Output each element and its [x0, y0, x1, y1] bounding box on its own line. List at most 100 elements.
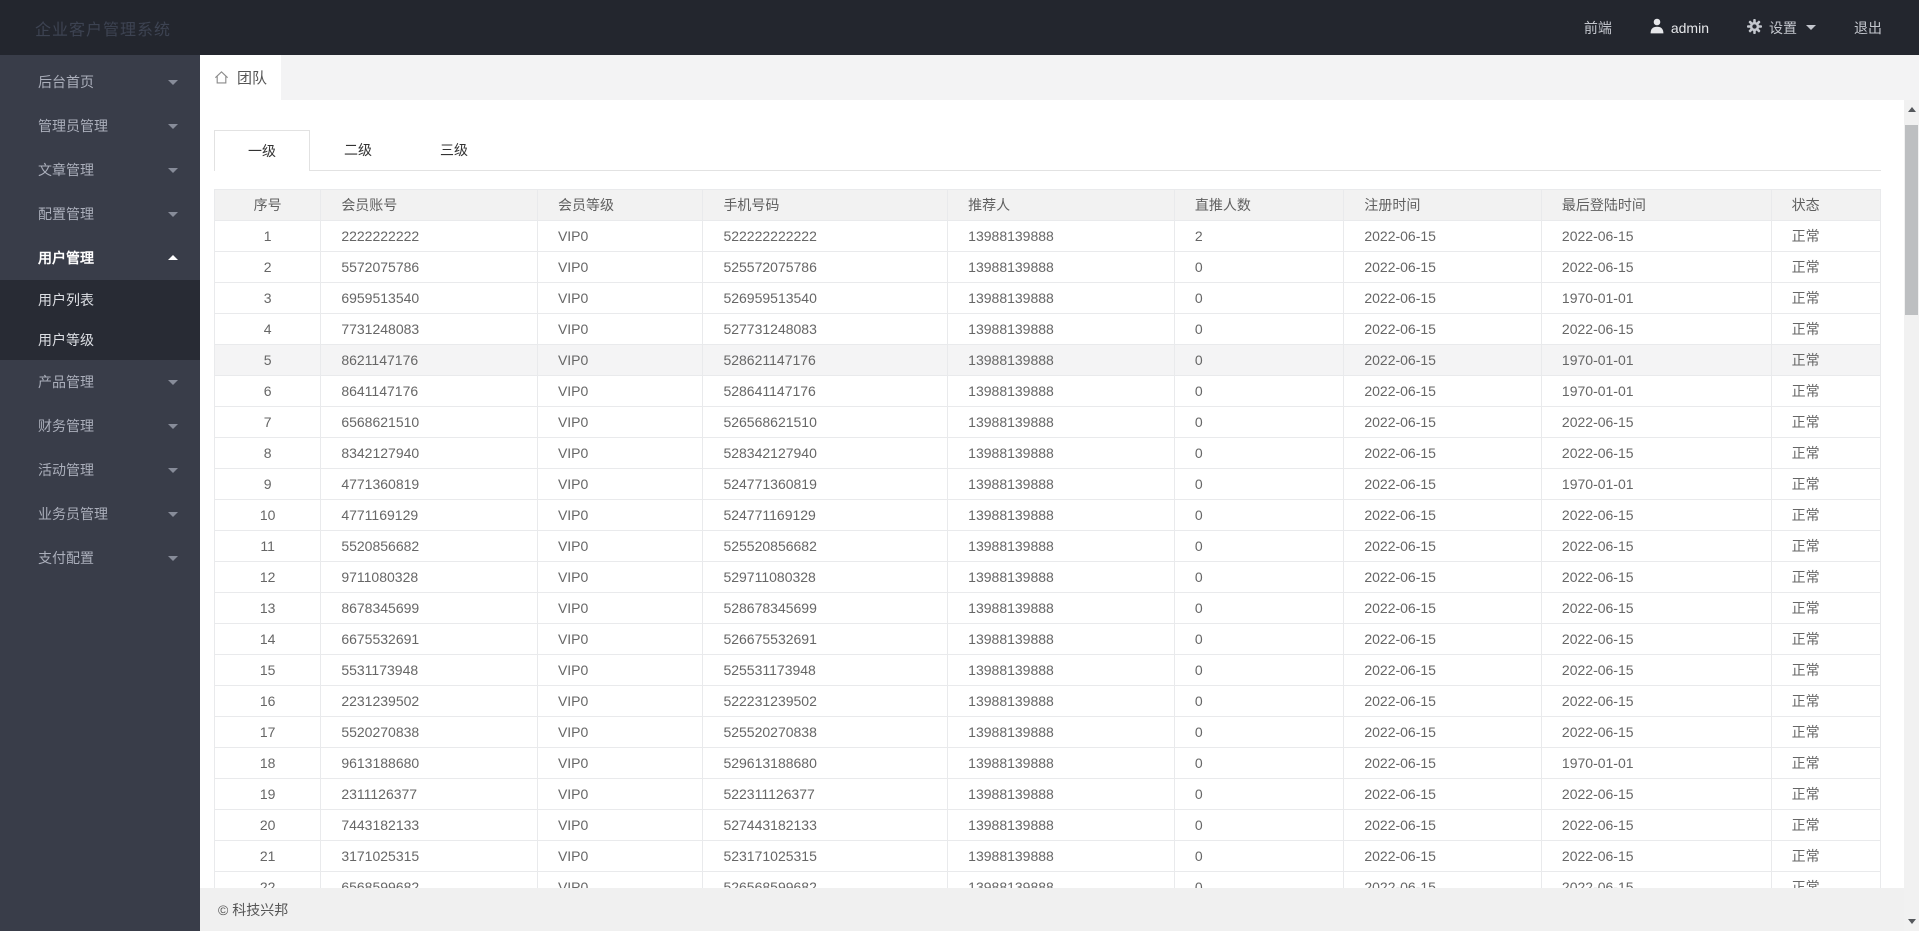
scrollbar-thumb[interactable] [1905, 125, 1918, 315]
table-cell: 2022-06-15 [1343, 778, 1542, 810]
table-cell: 2022-06-15 [1540, 716, 1772, 748]
column-header: 会员等级 [536, 189, 704, 221]
table-cell: 2022-06-15 [1540, 251, 1772, 283]
table-cell: 8342127940 [320, 437, 538, 469]
frontend-link[interactable]: 前端 [1565, 0, 1631, 55]
table-cell: 2022-06-15 [1540, 778, 1772, 810]
sidebar-item[interactable]: 文章管理 [0, 148, 200, 192]
table-cell: 2022-06-15 [1343, 592, 1542, 624]
table-cell: 529711080328 [702, 561, 949, 593]
sidebar-item-label: 管理员管理 [38, 118, 108, 134]
table-row: 2 5572075786 VIP0 525572075786 13988139888 0 2… [213, 251, 1882, 283]
table-cell: 0 [1173, 778, 1345, 810]
table-cell: 0 [1173, 809, 1345, 841]
user-menu[interactable]: admin [1631, 0, 1728, 55]
table-cell: 5572075786 [320, 251, 538, 283]
chevron-down-icon [168, 468, 178, 473]
chevron-down-icon [168, 556, 178, 561]
vertical-scrollbar[interactable] [1904, 100, 1919, 931]
sidebar-item[interactable]: 配置管理 [0, 192, 200, 236]
table-cell: 12 [213, 561, 322, 593]
table-cell: 2022-06-15 [1540, 654, 1772, 686]
table-cell: 13988139888 [947, 344, 1175, 376]
table-cell: 2022-06-15 [1540, 840, 1772, 872]
sidebar-subitem[interactable]: 用户列表 [0, 280, 200, 320]
table-row: 20 7443182133 VIP0 527443182133 13988139888 0… [213, 809, 1882, 841]
table-cell: 2022-06-15 [1540, 220, 1772, 252]
table-cell: 528678345699 [702, 592, 949, 624]
table-cell: 13988139888 [947, 685, 1175, 717]
table-cell: 13988139888 [947, 499, 1175, 531]
table-cell: 正常 [1770, 871, 1882, 888]
logout-label: 退出 [1854, 19, 1882, 36]
sidebar-menu: 后台首页管理员管理文章管理 配置管理 用户管理 用户列表 用户等级 产品管理 财务管理 活动管… [0, 55, 200, 931]
table-header-row: 序号 会员账号 会员等级 手机号码 推荐人 直推人数 注册时间 最后登陆时间 状态 [213, 189, 1882, 221]
logout-button[interactable]: 退出 [1835, 0, 1901, 55]
table-cell: 7 [213, 406, 322, 438]
sidebar-item[interactable]: 业务员管理 [0, 492, 200, 536]
sidebar-item-label: 业务员管理 [38, 506, 108, 522]
table-cell: 6568621510 [320, 406, 538, 438]
table-cell: 2022-06-15 [1343, 220, 1542, 252]
table-cell: 2022-06-15 [1343, 530, 1542, 562]
sidebar-item[interactable]: 用户管理 [0, 236, 200, 280]
table-cell: 523171025315 [702, 840, 949, 872]
tab-一级[interactable]: 一级 [214, 130, 310, 171]
username: admin [1670, 19, 1709, 36]
tab-二级[interactable]: 二级 [310, 130, 406, 171]
table-row: 18 9613188680 VIP0 529613188680 13988139888 0… [213, 747, 1882, 779]
table-cell: VIP0 [536, 499, 704, 531]
chevron-down-icon [168, 168, 178, 173]
table-cell: VIP0 [536, 251, 704, 283]
sidebar-subitem[interactable]: 用户等级 [0, 320, 200, 360]
table-cell: 正常 [1770, 220, 1882, 252]
table-cell: 526568621510 [702, 406, 949, 438]
sidebar-item[interactable]: 财务管理 [0, 404, 200, 448]
table-cell: 13988139888 [947, 809, 1175, 841]
table-cell: 正常 [1770, 809, 1882, 841]
table-cell: 正常 [1770, 747, 1882, 779]
table-cell: 6959513540 [320, 282, 538, 314]
content-area: 一级 二级 三级 序号 会员账号 会员等级 手机号码 推荐人 直推人数 注册时间 最后登陆时间 状态… [200, 100, 1919, 888]
sidebar-item[interactable]: 管理员管理 [0, 104, 200, 148]
table-cell: 7731248083 [320, 313, 538, 345]
table-cell: VIP0 [536, 716, 704, 748]
table-cell: VIP0 [536, 871, 704, 888]
table-cell: 2311126377 [320, 778, 538, 810]
table-cell: 0 [1173, 499, 1345, 531]
settings-label: 设置 [1769, 19, 1797, 36]
table-cell: VIP0 [536, 282, 704, 314]
table-cell: 2022-06-15 [1540, 809, 1772, 841]
table-cell: 528342127940 [702, 437, 949, 469]
breadcrumb[interactable]: 团队 [200, 55, 282, 100]
table-row: 6 8641147176 VIP0 528641147176 13988139888 0 2… [213, 375, 1882, 407]
sidebar-item[interactable]: 支付配置 [0, 536, 200, 580]
table-cell: 13988139888 [947, 654, 1175, 686]
table-cell: 正常 [1770, 561, 1882, 593]
table-cell: 525520270838 [702, 716, 949, 748]
column-header: 推荐人 [947, 189, 1175, 221]
sidebar-item[interactable]: 后台首页 [0, 60, 200, 104]
sidebar-item[interactable]: 活动管理 [0, 448, 200, 492]
table-cell: 正常 [1770, 313, 1882, 345]
table-cell: 10 [213, 499, 322, 531]
table-cell: 13988139888 [947, 406, 1175, 438]
table-cell: 正常 [1770, 840, 1882, 872]
table-cell: VIP0 [536, 654, 704, 686]
table-cell: 2022-06-15 [1343, 871, 1542, 888]
table-cell: 正常 [1770, 375, 1882, 407]
tab-三级[interactable]: 三级 [406, 130, 502, 171]
table-cell: 正常 [1770, 716, 1882, 748]
table-cell: 0 [1173, 623, 1345, 655]
table-cell: 2022-06-15 [1343, 561, 1542, 593]
scroll-down-arrow-icon[interactable] [1904, 914, 1919, 929]
sidebar-item[interactable]: 产品管理 [0, 360, 200, 404]
app-title: 企业客户管理系统 [35, 21, 172, 39]
table-cell: 13988139888 [947, 313, 1175, 345]
table-cell: 2 [213, 251, 322, 283]
scroll-up-arrow-icon[interactable] [1904, 102, 1919, 117]
settings-menu[interactable]: 设置 [1728, 0, 1835, 55]
table-cell: 527731248083 [702, 313, 949, 345]
table-cell: 21 [213, 840, 322, 872]
table-cell: 2022-06-15 [1540, 437, 1772, 469]
